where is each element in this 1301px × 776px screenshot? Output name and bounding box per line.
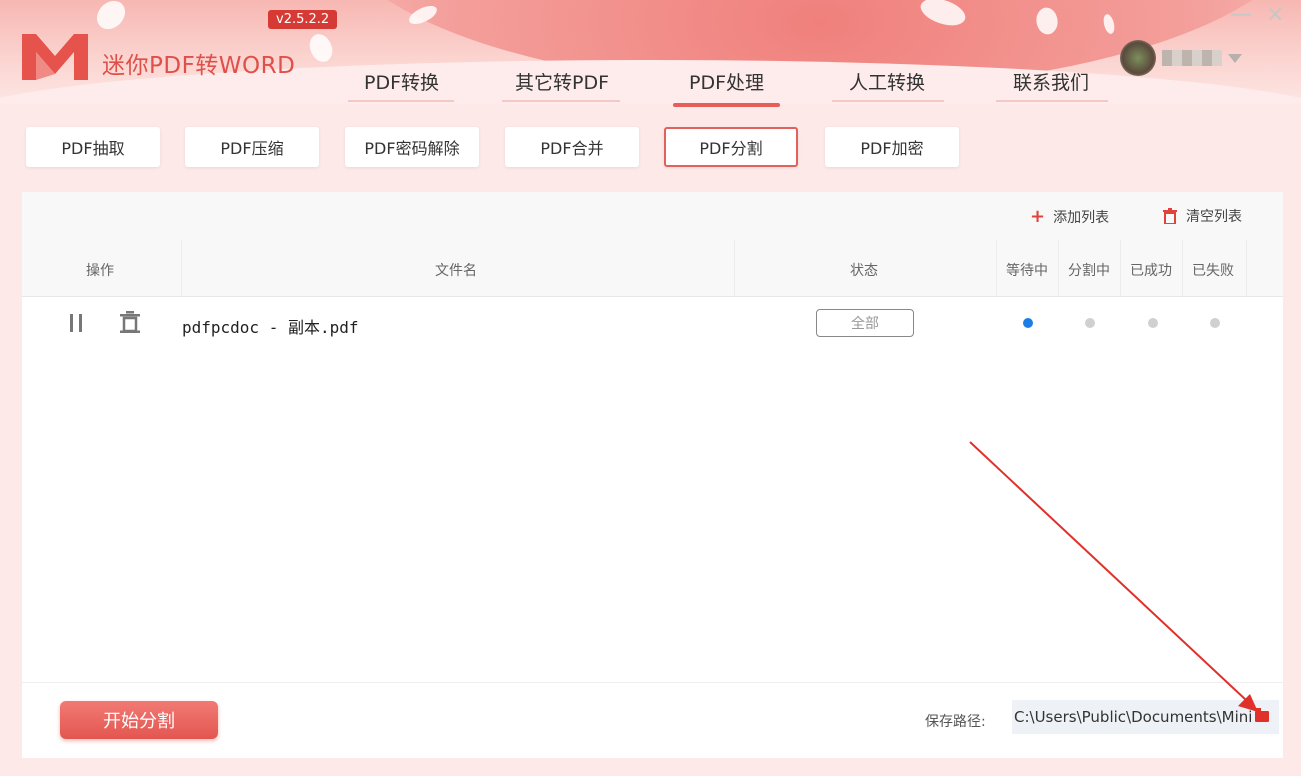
nav-underline [996,100,1108,102]
panel-footer: 开始分割 保存路径: C:\Users\Public\Documents\Min… [22,682,1283,759]
stage-failed-dot [1210,318,1220,328]
chevron-down-icon [1228,53,1242,63]
list-toolbar: + 添加列表 清空列表 [22,192,1283,240]
tab-pdf-encrypt[interactable]: PDF加密 [825,127,959,167]
version-badge: v2.5.2.2 [268,10,338,29]
header-action: 操作 [86,263,114,279]
column-divider [1182,240,1183,296]
add-list-label: 添加列表 [1053,209,1110,226]
column-divider [181,240,182,296]
column-divider [734,240,735,296]
close-button[interactable]: × [1266,2,1284,27]
save-path-label: 保存路径: [925,714,986,730]
nav-underline [832,100,944,102]
trash-icon [1163,208,1177,224]
nav-underline [502,100,620,102]
nav-pdf-convert[interactable]: PDF转换 [364,68,439,95]
column-divider [1246,240,1247,296]
stage-success-dot [1148,318,1158,328]
minimize-button[interactable]: — [1230,2,1252,27]
tab-pdf-split[interactable]: PDF分割 [664,127,798,167]
tab-pdf-unlock[interactable]: PDF密码解除 [345,127,479,167]
nav-pdf-process[interactable]: PDF处理 [672,68,781,107]
plus-icon: + [1030,206,1046,227]
delete-row-icon[interactable] [120,311,140,333]
add-list-button[interactable]: + 添加列表 [1030,206,1109,227]
column-divider [996,240,997,296]
tab-pdf-extract[interactable]: PDF抽取 [26,127,160,167]
clear-list-label: 清空列表 [1186,209,1242,225]
header-status: 状态 [850,263,878,279]
nav-other-to-pdf[interactable]: 其它转PDF [515,68,609,95]
column-divider [1120,240,1121,296]
header-waiting: 等待中 [1006,263,1048,279]
nav-manual-convert[interactable]: 人工转换 [849,68,925,95]
start-split-button[interactable]: 开始分割 [60,701,218,739]
save-path-field[interactable]: C:\Users\Public\Documents\Mini [1012,700,1279,734]
petal-decoration [303,30,339,66]
header-success: 已成功 [1130,263,1172,279]
stage-splitting-dot [1085,318,1095,328]
tab-pdf-merge[interactable]: PDF合并 [505,127,639,167]
column-divider [1058,240,1059,296]
pause-icon[interactable] [68,314,84,332]
header-failed: 已失败 [1192,263,1234,279]
file-name: pdfpcdoc - 副本.pdf [182,318,359,337]
nav-contact[interactable]: 联系我们 [1013,68,1089,95]
username-blurred [1162,50,1222,66]
header-splitting: 分割中 [1068,263,1110,279]
clear-list-button[interactable]: 清空列表 [1162,206,1242,226]
table-header: 操作 文件名 状态 等待中 分割中 已成功 已失败 [22,240,1283,297]
folder-icon[interactable] [1255,708,1269,722]
file-list-panel: + 添加列表 清空列表 操作 文件名 状态 等待中 分割中 已成功 已失败 pd… [22,192,1283,758]
nav-underline [348,100,454,102]
petal-decoration [93,0,129,34]
tab-pdf-compress[interactable]: PDF压缩 [185,127,319,167]
table-row: pdfpcdoc - 副本.pdf 全部 [22,297,1283,349]
status-filter-button[interactable]: 全部 [816,309,914,337]
stage-waiting-dot [1023,318,1033,328]
header-filename: 文件名 [435,263,477,279]
main-nav: PDF转换 其它转PDF PDF处理 人工转换 联系我们 [0,68,1301,107]
